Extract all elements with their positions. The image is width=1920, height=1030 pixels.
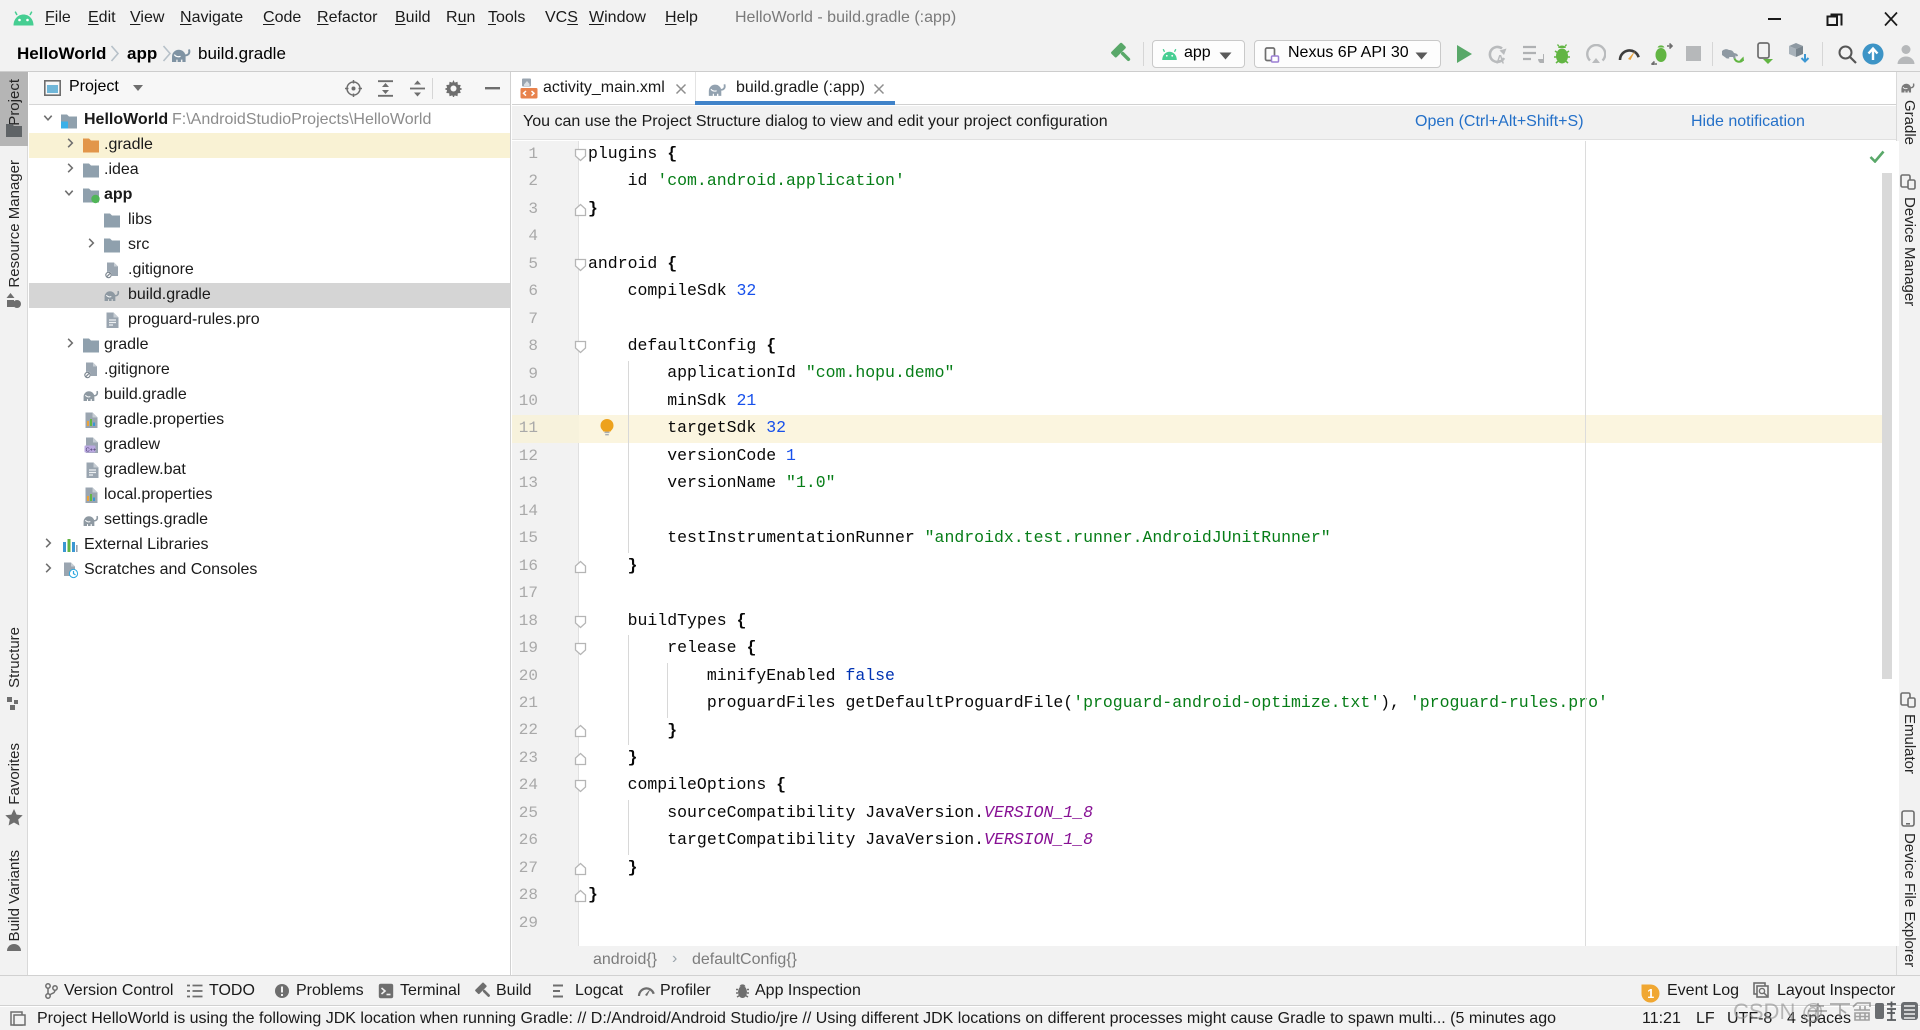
svg-text:C++: C++: [86, 447, 97, 453]
svg-text:A: A: [1496, 55, 1504, 65]
svg-text:1: 1: [1647, 987, 1654, 1001]
